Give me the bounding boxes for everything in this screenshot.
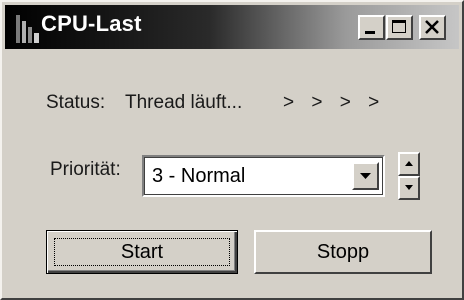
arrow-down-icon	[405, 185, 413, 190]
title-bar[interactable]: CPU-Last	[5, 5, 459, 49]
minimize-icon	[365, 31, 375, 34]
start-button[interactable]: Start	[46, 230, 238, 274]
maximize-button[interactable]	[386, 15, 413, 40]
status-label: Status:	[46, 92, 106, 113]
stop-button[interactable]: Stopp	[254, 230, 432, 274]
priority-spinner[interactable]	[398, 152, 420, 200]
arrow-up-icon	[405, 161, 413, 166]
priority-select-value: 3 - Normal	[152, 165, 246, 187]
status-value: Thread läuft...	[125, 92, 243, 113]
spin-up-button[interactable]	[398, 152, 420, 176]
start-button-label: Start	[120, 240, 164, 263]
status-progress-indicator: > > > >	[283, 92, 380, 113]
maximize-icon	[392, 20, 406, 33]
spin-down-button[interactable]	[398, 176, 420, 200]
priority-label: Priorität:	[50, 159, 121, 180]
priority-dropdown-button[interactable]	[352, 162, 379, 190]
cpu-last-window: CPU-Last Status: Thread läuft... > > > >…	[0, 0, 464, 300]
priority-select[interactable]: 3 - Normal	[142, 155, 385, 197]
minimize-button[interactable]	[358, 15, 385, 40]
stop-button-label: Stopp	[316, 240, 370, 263]
window-title: CPU-Last	[41, 11, 142, 36]
close-button[interactable]	[419, 15, 446, 40]
chevron-down-icon	[360, 173, 371, 179]
close-icon	[425, 20, 439, 34]
